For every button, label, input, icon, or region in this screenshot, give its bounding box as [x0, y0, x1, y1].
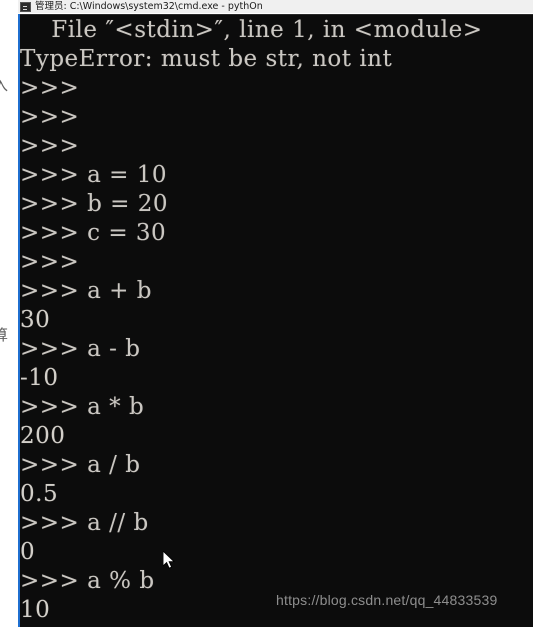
console-output-line: -10: [20, 365, 59, 391]
window-title-text: 管理员: C:\Windows\system32\cmd.exe - pythO…: [35, 1, 263, 12]
console-prompt-line: >>>: [20, 104, 80, 130]
watermark-url: https://blog.csdn.net/qq_44833539: [276, 592, 498, 608]
margin-glyph-2: 算: [0, 326, 9, 344]
console-prompt-line: >>> b = 20: [20, 191, 169, 217]
console-output-line: 30: [20, 307, 51, 333]
console-prompt-line: >>>: [20, 133, 80, 159]
cmd-app-icon: [20, 1, 31, 12]
console-prompt-line: File ″<stdin>″, line 1, in <module>: [20, 17, 483, 43]
console-output: File ″<stdin>″, line 1, in <module> TypeE…: [20, 16, 533, 627]
console-prompt-line: >>> a = 10: [20, 162, 167, 188]
console-prompt-line: >>> a * b: [20, 394, 145, 420]
console-prompt-line: >>>: [20, 75, 80, 101]
console-prompt-line: >>> a / b: [20, 452, 141, 478]
console-output-line: 0.5: [20, 481, 59, 507]
window-title-bar[interactable]: 管理员: C:\Windows\system32\cmd.exe - pythO…: [18, 0, 533, 13]
console-prompt-line: >>> a - b: [20, 336, 141, 362]
margin-glyph-1: 入: [0, 76, 9, 94]
console-output-line: 200: [20, 423, 66, 449]
console-window[interactable]: File ″<stdin>″, line 1, in <module> TypeE…: [18, 14, 533, 627]
console-prompt-line: TypeError: must be str, not int: [20, 46, 393, 72]
console-output-line: 0: [20, 539, 36, 565]
console-prompt-line: >>> a + b: [20, 278, 152, 304]
console-prompt-line: >>>: [20, 249, 80, 275]
console-prompt-line: >>> c = 30: [20, 220, 167, 246]
console-prompt-line: >>> a // b: [20, 510, 149, 536]
